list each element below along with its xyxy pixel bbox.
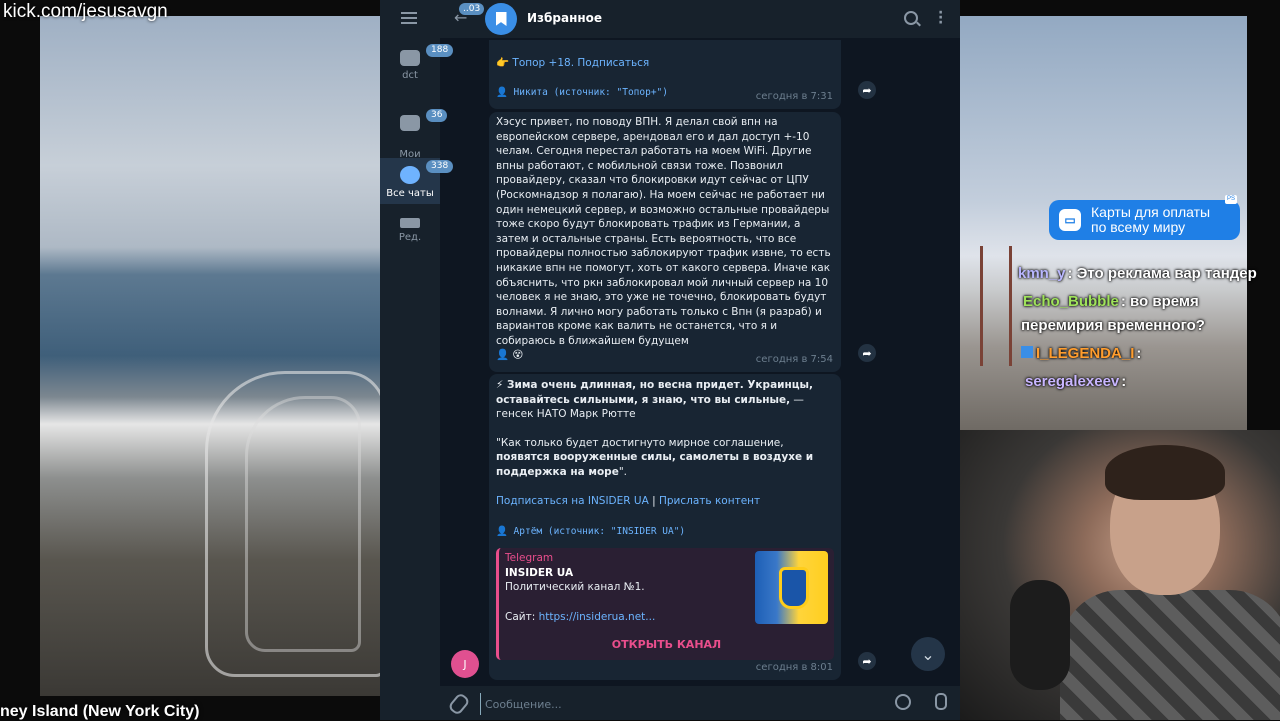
message-composer bbox=[440, 686, 960, 720]
submit-content-link[interactable]: Прислать контент bbox=[659, 495, 760, 507]
folder-icon: 188 bbox=[400, 44, 454, 66]
chat-username: I_LEGENDA_I bbox=[1036, 345, 1135, 362]
streamer-shirt bbox=[1060, 590, 1280, 720]
microphone-icon[interactable] bbox=[935, 693, 947, 710]
chat-message-continued: перемирия временного? bbox=[1021, 317, 1205, 334]
quote-bold: ⚡ Зима очень длинная, но весна придет. У… bbox=[496, 379, 814, 406]
unread-badge: 188 bbox=[426, 44, 454, 57]
message-signature: 👤 Артём (источник: "INSIDER UA") bbox=[496, 526, 686, 537]
sidebar-folder-label: dct bbox=[402, 70, 418, 81]
avatar[interactable]: J bbox=[451, 650, 479, 678]
message-bubble: Хэсус привет, по поводу ВПН. Я делал сво… bbox=[489, 112, 841, 372]
sidebar-folder-dct[interactable]: 188 dct bbox=[380, 44, 454, 90]
message-time: сегодня в 8:01 bbox=[755, 662, 833, 673]
chat-header: ← ..03 Избранное · · · bbox=[440, 0, 960, 38]
microphone-image bbox=[1010, 580, 1070, 690]
message-time: сегодня в 7:31 bbox=[755, 91, 833, 102]
menu-icon[interactable] bbox=[401, 12, 417, 24]
message-text: Хэсус привет, по поводу ВПН. Я делал сво… bbox=[496, 116, 831, 347]
sidebar-edit-folders[interactable]: Ред. bbox=[380, 218, 440, 258]
search-icon[interactable] bbox=[904, 11, 918, 25]
preview-site-link[interactable]: https://insiderua.net... bbox=[539, 611, 656, 623]
chat-username: seregalexeev bbox=[1025, 373, 1120, 390]
coney-island-camera bbox=[40, 16, 380, 696]
more-options-icon[interactable]: · · · bbox=[938, 6, 943, 30]
link-separator: | bbox=[648, 494, 659, 507]
streamer-webcam bbox=[960, 430, 1280, 720]
chat-text: : Это реклама вар тандер bbox=[1067, 265, 1257, 282]
channel-logo-image bbox=[755, 551, 828, 624]
promo-line-2: по всему миру bbox=[1091, 219, 1186, 235]
streamer-hair bbox=[1105, 445, 1225, 500]
forward-icon[interactable]: ➦ bbox=[858, 344, 876, 362]
message-bubble: ⚡ Зима очень длинная, но весна придет. У… bbox=[489, 374, 841, 680]
trident-icon bbox=[779, 567, 809, 609]
promo-line-1: Карты для оплаты bbox=[1091, 204, 1211, 220]
message-signature: 👤 Никита (источник: "Топор+") bbox=[496, 87, 668, 98]
chat-username: kmn_y bbox=[1018, 265, 1066, 282]
sidebar-folder-all-chats[interactable]: 338 Все чаты bbox=[380, 158, 454, 204]
forward-icon[interactable]: ➦ bbox=[858, 652, 876, 670]
sidebar-folder-label: Все чаты bbox=[386, 188, 434, 199]
message-bubble: 👉 Топор +18. Подписаться 👤 Никита (источ… bbox=[489, 40, 841, 109]
folder-icon: 36 bbox=[400, 109, 448, 131]
attach-icon[interactable] bbox=[447, 691, 471, 717]
camera-caption: ney Island (New York City) bbox=[0, 703, 200, 720]
stream-url: kick.com/jesusavgn bbox=[3, 1, 168, 22]
quote2-start: "Как только будет достигнуто мирное согл… bbox=[496, 436, 784, 449]
folder-sidebar: 188 dct 36 Мои друзья 338 Все чаты Ред. bbox=[380, 0, 454, 720]
chat-message: seregalexeev: bbox=[1025, 373, 1126, 390]
chat-badge-icon bbox=[1021, 346, 1033, 358]
saved-messages-avatar[interactable] bbox=[485, 3, 517, 35]
channel-link-preview[interactable]: Telegram INSIDER UA Политический канал №… bbox=[496, 548, 834, 660]
chat-message: kmn_y: Это реклама вар тандер bbox=[1018, 265, 1257, 282]
chat-message: Echo_Bubble: во время bbox=[1023, 293, 1199, 310]
quote2-end: ". bbox=[618, 465, 627, 478]
chat-text: перемирия временного? bbox=[1021, 317, 1205, 334]
subscribe-link[interactable]: 👉 Топор +18. Подписаться bbox=[496, 56, 649, 71]
back-badge: ..03 bbox=[459, 3, 485, 15]
sidebar-folder-friends[interactable]: 36 Мои друзья bbox=[380, 102, 448, 173]
promo-badge: PS bbox=[1225, 195, 1237, 204]
roller-coaster-image bbox=[245, 396, 361, 652]
scroll-down-button[interactable]: ⌄ bbox=[911, 637, 945, 671]
promo-banner: ▭ Карты для оплаты по всему миру PS bbox=[1049, 195, 1240, 240]
unread-badge: 36 bbox=[426, 109, 448, 122]
message-input[interactable] bbox=[480, 693, 847, 715]
chat-text: : bbox=[1121, 373, 1127, 390]
preview-site-label: Сайт: bbox=[505, 610, 539, 623]
open-channel-button[interactable]: ОТКРЫТЬ КАНАЛ bbox=[499, 638, 834, 653]
bookmark-icon bbox=[495, 12, 507, 26]
subscribe-link[interactable]: Подписаться на INSIDER UA bbox=[496, 495, 649, 507]
quote2-bold: появятся вооруженные силы, самолеты в во… bbox=[496, 451, 814, 478]
chat-text: : bbox=[1136, 345, 1142, 362]
unread-badge: 338 bbox=[426, 160, 454, 173]
parachute-tower-image bbox=[980, 246, 1012, 366]
chat-bubble-icon: 338 bbox=[400, 160, 454, 184]
card-icon: ▭ bbox=[1059, 209, 1081, 231]
chat-username: Echo_Bubble bbox=[1023, 293, 1119, 310]
chat-message: I_LEGENDA_I: bbox=[1021, 345, 1141, 362]
edit-folders-icon bbox=[400, 218, 420, 228]
chat-title[interactable]: Избранное bbox=[527, 11, 602, 25]
telegram-window: 188 dct 36 Мои друзья 338 Все чаты Ред. … bbox=[380, 0, 960, 720]
emoji-icon[interactable] bbox=[895, 694, 911, 710]
message-signature: 👤 😵 bbox=[496, 349, 524, 361]
chat-text: : во время bbox=[1120, 293, 1199, 310]
message-time: сегодня в 7:54 bbox=[755, 354, 833, 365]
sidebar-folder-label: Ред. bbox=[398, 232, 422, 243]
forward-icon[interactable]: ➦ bbox=[858, 81, 876, 99]
